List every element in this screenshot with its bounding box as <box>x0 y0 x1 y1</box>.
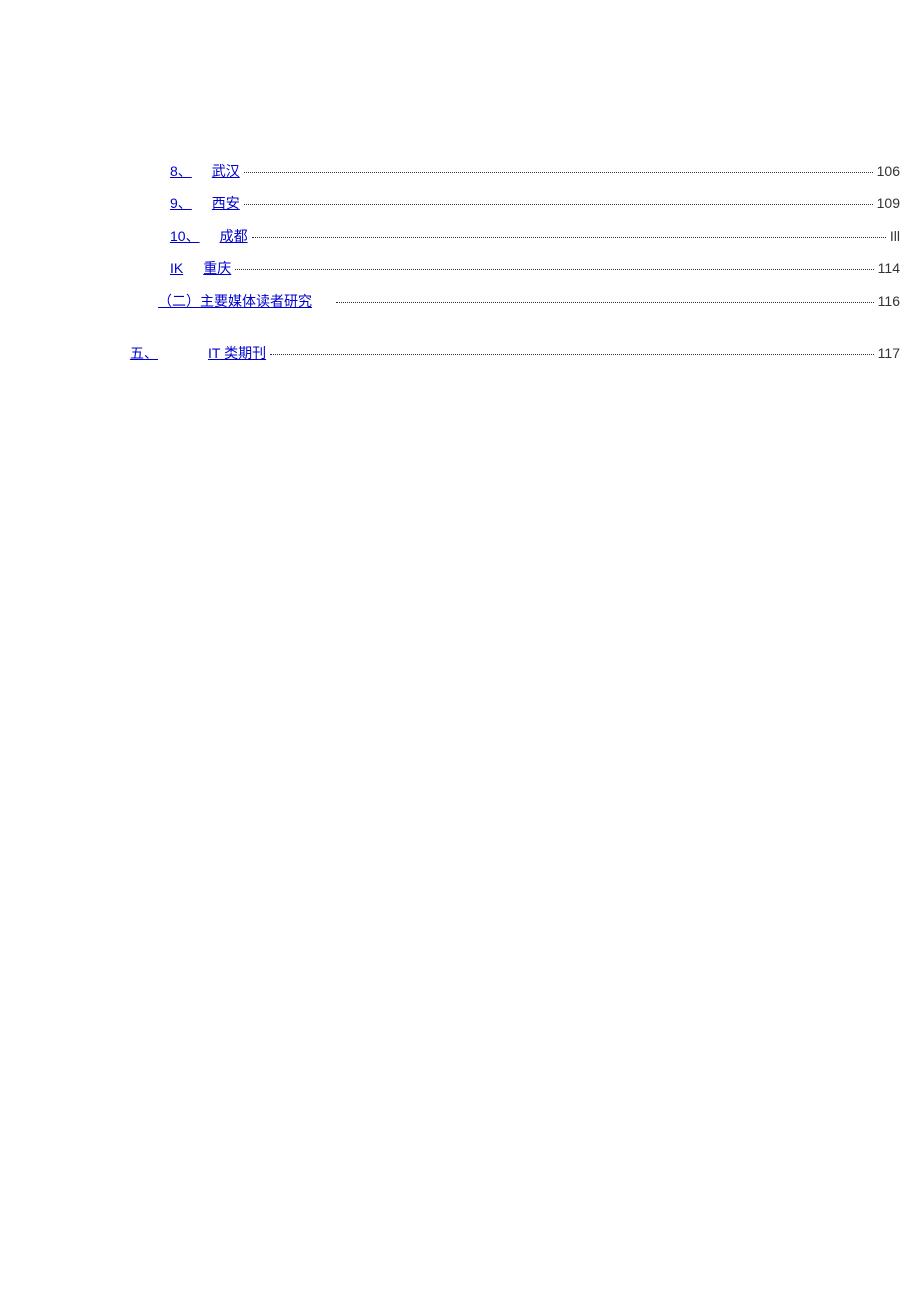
toc-leader-dots <box>235 269 873 270</box>
toc-entry: 五、 IT 类期刊 117 <box>130 342 900 364</box>
toc-page-number: 106 <box>877 160 900 182</box>
toc-title-link[interactable]: 重庆 <box>203 257 231 279</box>
toc-entry: 9、 西安 109 <box>170 192 900 214</box>
toc-page-number: 117 <box>878 342 900 364</box>
toc-page-number: 116 <box>878 290 900 312</box>
toc-page-number: Ill <box>890 225 900 247</box>
toc-title-link[interactable]: 成都 <box>220 225 248 247</box>
toc-title-link[interactable]: IT 类期刊 <box>208 342 266 364</box>
toc-title-link[interactable]: 武汉 <box>212 160 240 182</box>
toc-page-number: 114 <box>878 257 900 279</box>
toc-leader-dots <box>336 302 874 303</box>
toc-title-link[interactable]: 西安 <box>212 192 240 214</box>
toc-leader-dots <box>252 237 886 238</box>
toc-section-link[interactable]: （二）主要媒体读者研究 <box>158 290 312 312</box>
toc-prefix-link[interactable]: IK <box>170 257 183 279</box>
toc-page-number: 109 <box>877 192 900 214</box>
toc-entry: 8、 武汉 106 <box>170 160 900 182</box>
toc-entry: IK 重庆 114 <box>170 257 900 279</box>
table-of-contents: 8、 武汉 106 9、 西安 109 10、 成都 Ill IK 重庆 114… <box>130 160 900 374</box>
toc-prefix-link[interactable]: 10、 <box>170 225 200 247</box>
toc-leader-dots <box>270 354 874 355</box>
toc-entry: （二）主要媒体读者研究 116 <box>158 290 900 312</box>
toc-prefix-link[interactable]: 9、 <box>170 192 192 214</box>
toc-prefix-link[interactable]: 8、 <box>170 160 192 182</box>
toc-entry: 10、 成都 Ill <box>170 225 900 247</box>
toc-prefix-link[interactable]: 五、 <box>130 342 158 364</box>
toc-leader-dots <box>244 204 873 205</box>
toc-leader-dots <box>244 172 873 173</box>
